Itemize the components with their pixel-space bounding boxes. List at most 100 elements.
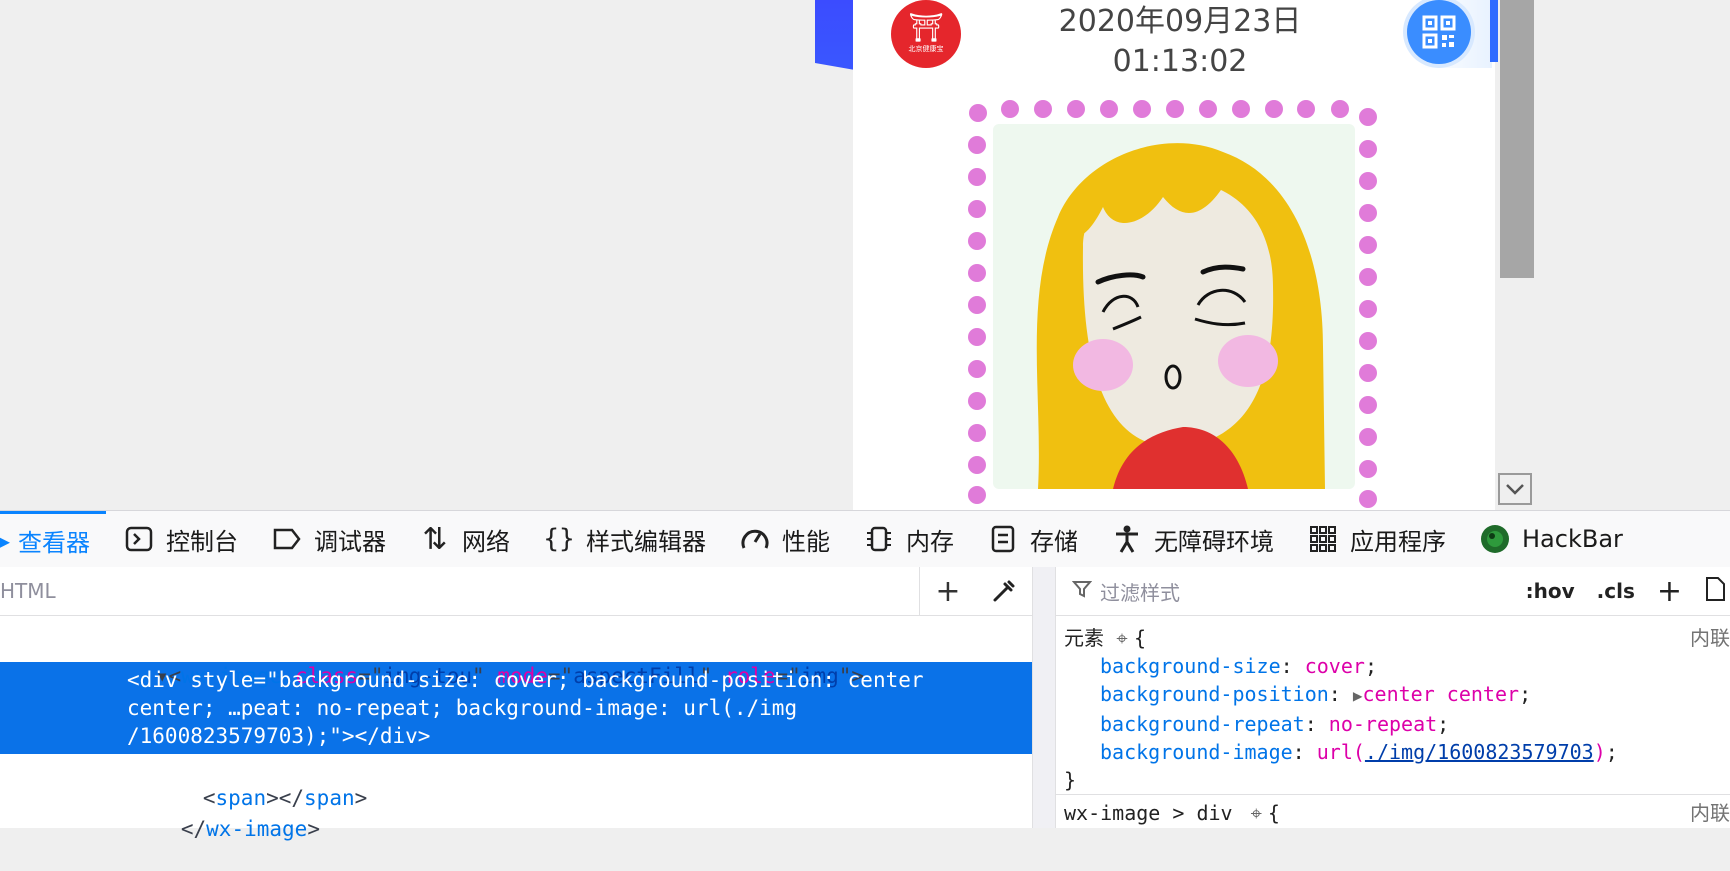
rule-source[interactable]: 内联 — [1690, 799, 1730, 827]
image-url-link[interactable]: ./img/1600823579703 — [1365, 740, 1594, 764]
property-value: cover — [1304, 654, 1365, 678]
plus-icon: + — [1656, 573, 1682, 609]
tab-accessibility[interactable]: 无障碍环境 — [1094, 511, 1290, 567]
rule-brace-open: { — [1267, 801, 1280, 825]
property-name: background-position — [1100, 682, 1329, 706]
panel-splitter[interactable] — [1032, 567, 1056, 828]
tab-style-editor[interactable]: {} 样式编辑器 — [526, 511, 722, 567]
time-text: 01:13:02 — [1112, 44, 1248, 79]
tab-debugger[interactable]: 调试器 — [254, 511, 402, 567]
tag-mid: ></ — [266, 786, 305, 810]
filter-icon — [1071, 579, 1093, 604]
network-icon: ⇅ — [422, 521, 448, 557]
tree-node-wx-view[interactable]: ▾ <wx-view class="img-touxiang"> — [0, 608, 1032, 628]
tab-label: 性能 — [782, 527, 830, 556]
tag-name: span — [215, 786, 267, 810]
property-name: background-repeat — [1100, 712, 1305, 736]
wx-image-div-rule: wx-image > div ⌖{ 内联 — [1056, 794, 1730, 827]
tag-close: > — [354, 786, 368, 810]
hackbar-icon — [1480, 524, 1510, 554]
tag-name-close: span — [304, 786, 355, 810]
declaration-background-repeat[interactable]: background-repeat: no-repeat; — [1064, 710, 1730, 738]
tab-label: HackBar — [1522, 525, 1623, 553]
tab-storage[interactable]: 存储 — [970, 511, 1094, 567]
rule-header: 元素 ⌖{ 内联 — [1064, 624, 1730, 652]
tab-network[interactable]: ⇅ 网络 — [402, 511, 526, 567]
scroll-down-button[interactable] — [1498, 473, 1532, 505]
selected-line-3: /1600823579703);"></div> — [127, 724, 431, 748]
add-rule-button[interactable]: + — [1657, 574, 1682, 609]
property-value-suffix: ) — [1593, 740, 1606, 764]
tab-console[interactable]: 控制台 — [106, 511, 254, 567]
property-name: background-image — [1100, 740, 1293, 764]
element-rule: 元素 ⌖{ 内联 background-size: cover; backgro… — [1056, 616, 1730, 794]
tag-name: wx-image — [206, 817, 308, 841]
accessibility-icon — [1112, 524, 1142, 554]
devtools-toolbar: ▸ 查看器 控制台 调试器 ⇅ 网络 {} 样式编辑器 性能 内存 存储 无障碍… — [0, 510, 1730, 568]
debugger-icon — [272, 524, 302, 554]
tree-node-span[interactable]: <span></span> — [0, 756, 1032, 810]
markup-tree: ▾ <wx-view class="img-touxiang"> ▾<wx-im… — [0, 608, 1032, 841]
date-time: 2020年09月23日 01:13:02 — [1010, 2, 1350, 82]
qr-code-button[interactable] — [1407, 0, 1471, 64]
tree-node-wx-image[interactable]: ▾<wx-image class="img-tou" mode="aspectF… — [0, 634, 1032, 688]
page-viewport: ⛩ 北京健康宝 2020年09月23日 01:13:02 — [0, 0, 1730, 510]
rule-source[interactable]: 内联 — [1690, 624, 1730, 652]
tab-label: 调试器 — [314, 527, 386, 556]
selected-line-1: <div style="background-size: cover; back… — [127, 668, 924, 692]
tab-hackbar[interactable]: HackBar — [1462, 511, 1639, 567]
property-value: no-repeat — [1328, 712, 1438, 736]
rule-selector: 元素 — [1064, 626, 1104, 650]
tab-memory[interactable]: 内存 — [846, 511, 970, 567]
hov-toggle[interactable]: :hov — [1526, 579, 1575, 603]
node-icon[interactable]: ⌖ — [1251, 801, 1262, 825]
declaration-background-position[interactable]: background-position: ▶center center; — [1064, 680, 1730, 710]
property-value-prefix: url( — [1316, 740, 1365, 764]
document-icon — [1706, 576, 1725, 601]
date-text: 2020年09月23日 — [1058, 4, 1302, 39]
page-scrollbar-thumb[interactable] — [1500, 0, 1534, 278]
tab-label: 内存 — [906, 527, 954, 556]
tab-performance[interactable]: 性能 — [722, 511, 846, 567]
property-name: background-size — [1100, 654, 1281, 678]
markup-panel: HTML + ▾ <wx-view class="img-touxiang"> … — [0, 567, 1032, 841]
declaration-background-size[interactable]: background-size: cover; — [1064, 652, 1730, 680]
cls-toggle[interactable]: .cls — [1597, 579, 1635, 603]
console-icon — [124, 524, 154, 554]
tab-label: 存储 — [1030, 527, 1078, 556]
storage-icon — [988, 524, 1018, 554]
tab-label: 控制台 — [166, 527, 238, 556]
rules-panel: 过滤样式 :hov .cls + 元素 ⌖{ 内联 background-siz… — [1056, 567, 1730, 828]
header-decoration — [815, 0, 855, 70]
application-icon — [1308, 524, 1338, 554]
eyedropper-icon — [993, 580, 1015, 602]
temple-icon: ⛩ — [908, 11, 944, 44]
node-icon[interactable]: ⌖ — [1116, 626, 1127, 650]
rule-brace-close: } — [1064, 768, 1077, 792]
inspector-icon: ▸ — [0, 526, 11, 555]
tab-label: 无障碍环境 — [1154, 527, 1274, 556]
tab-label: 网络 — [462, 527, 510, 556]
declaration-background-image[interactable]: background-image: url(./img/160082357970… — [1064, 738, 1730, 766]
rule-brace-open: { — [1133, 626, 1147, 650]
memory-icon — [864, 524, 894, 554]
print-media-button[interactable] — [1704, 576, 1726, 607]
tab-application[interactable]: 应用程序 — [1290, 511, 1462, 567]
tab-label: 样式编辑器 — [586, 527, 706, 556]
tab-label: 应用程序 — [1350, 527, 1446, 556]
tab-label: 查看器 — [18, 529, 90, 557]
rule-selector: wx-image > div — [1064, 801, 1233, 825]
selected-line-2: center; …peat: no-repeat; background-ima… — [127, 696, 798, 720]
expand-triangle-icon[interactable]: ▶ — [1353, 686, 1363, 705]
rules-tools: :hov .cls + — [1526, 567, 1730, 615]
tab-inspector[interactable]: ▸ 查看器 — [0, 511, 106, 567]
performance-icon — [740, 524, 770, 554]
html-search-input[interactable]: HTML — [0, 579, 56, 603]
chevron-down-icon — [1506, 484, 1524, 495]
qr-code-icon — [1422, 15, 1456, 49]
tree-node-selected-div[interactable]: <div style="background-size: cover; back… — [0, 662, 1032, 754]
style-filter-input[interactable]: 过滤样式 — [1100, 577, 1180, 606]
logo-text: 北京健康宝 — [908, 45, 944, 53]
beijing-health-logo: ⛩ 北京健康宝 — [891, 0, 961, 68]
style-filter-row: 过滤样式 :hov .cls + — [1056, 567, 1730, 616]
